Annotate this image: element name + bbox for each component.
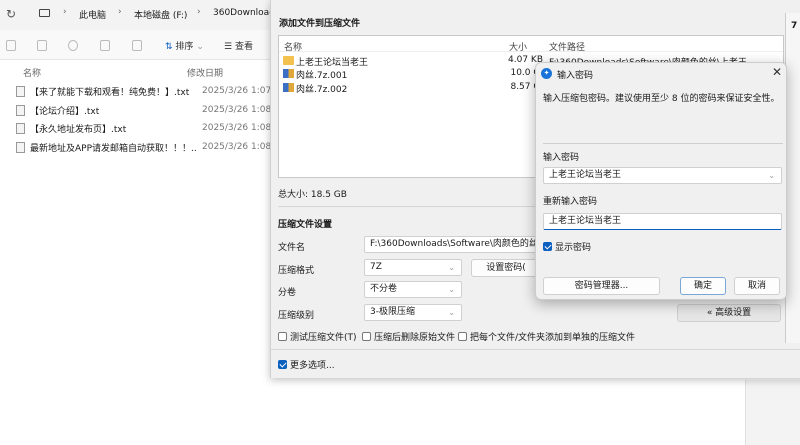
column-name[interactable]: 名称 [284, 40, 302, 53]
level-value: 3-极限压缩 [370, 307, 415, 317]
password-value: 上老王论坛当老王 [549, 170, 622, 180]
total-size: 总大小: 18.5 GB [278, 190, 347, 200]
side-panel-title: 7 [791, 21, 798, 31]
view-label: 查看 [234, 42, 253, 52]
settings-title: 压缩文件设置 [278, 220, 333, 230]
show-password-checkbox[interactable]: 显示密码 [543, 240, 591, 253]
list-item[interactable]: 【永久地址发布页】.txt 2025/3/26 1:08 [16, 119, 276, 137]
filename-label: 文件名 [278, 243, 306, 253]
text-file-icon [16, 104, 25, 116]
app-icon: ✦ [541, 68, 552, 79]
reenter-password-label: 重新输入密码 [543, 197, 598, 207]
format-value: 7Z [370, 262, 382, 272]
chevron-right-icon: › [63, 7, 67, 17]
file-size: 8.57 GI [510, 82, 543, 92]
list-item[interactable]: 最新地址及APP请发邮箱自动获取！！！... 2025/3/26 1:08 [16, 138, 276, 156]
filename-input[interactable]: F:\360Downloads\Software\肉颜色的丝\肉颜色 [364, 236, 544, 253]
file-date: 2025/3/26 1:07 [202, 86, 272, 96]
close-icon[interactable]: ✕ [772, 65, 782, 79]
format-label: 压缩格式 [278, 266, 315, 276]
set-password-button[interactable]: 设置密码( [471, 259, 541, 277]
file-list: 名称 修改日期 【来了就能下载和观看！纯免费！】.txt 2025/3/26 1:… [0, 60, 271, 445]
split-label: 分卷 [278, 288, 297, 298]
sort-label: 排序 [175, 42, 194, 52]
advanced-settings-button[interactable]: « 高级设置 [677, 304, 781, 322]
checkbox-label: 显示密码 [555, 243, 592, 253]
password-manager-button[interactable]: 密码管理器... [543, 277, 660, 295]
folder-icon [283, 56, 294, 65]
file-date: 2025/3/26 1:08 [202, 123, 272, 133]
archive-icon [283, 69, 294, 78]
rename-icon[interactable] [68, 40, 78, 51]
dialog-title: 添加文件到压缩文件 [279, 19, 361, 29]
list-item[interactable]: 【论坛介绍】.txt 2025/3/26 1:08 [16, 101, 276, 119]
level-select[interactable]: 3-极限压缩 ⌄ [364, 304, 462, 321]
file-name: 肉丝.7z.002 [296, 85, 348, 95]
chevron-down-icon: ⌄ [448, 308, 455, 317]
breadcrumb-item[interactable]: 360Download [213, 8, 275, 18]
enter-password-label: 输入密码 [543, 153, 580, 163]
side-panel: 7 [785, 13, 800, 343]
file-size: 10.0 GI [510, 68, 543, 78]
file-name: 上老王论坛当老王 [296, 58, 369, 68]
more-options-checkbox[interactable]: 更多选项... [278, 358, 335, 371]
separate-archives-checkbox[interactable]: 把每个文件/文件夹添加到单独的压缩文件 [458, 330, 635, 343]
chevron-right-icon: › [197, 7, 201, 17]
reenter-password-input[interactable]: 上老王论坛当老王 [543, 213, 782, 230]
dialog-title: 输入密码 [557, 71, 594, 81]
ok-button[interactable]: 确定 [680, 277, 726, 295]
column-path[interactable]: 文件路径 [549, 40, 585, 53]
checkbox-label: 把每个文件/文件夹添加到单独的压缩文件 [470, 333, 636, 343]
chevron-down-icon: ⌄ [448, 285, 455, 294]
breadcrumb-item[interactable]: 此电脑 [79, 8, 106, 21]
password-dialog: ✦ 输入密码 ✕ 输入压缩包密码。建议使用至少 8 位的密码来保证安全性。 输入… [535, 62, 787, 300]
file-name: 【论坛介绍】.txt [30, 106, 100, 117]
file-date: 2025/3/26 1:08 [202, 105, 272, 115]
test-archive-checkbox[interactable]: 测试压缩文件(T) [278, 330, 357, 343]
file-size: 4.07 KB [508, 55, 543, 65]
chevron-down-icon: ⌄ [768, 171, 775, 180]
split-select[interactable]: 不分卷 ⌄ [364, 281, 462, 298]
file-date: 2025/3/26 1:08 [202, 142, 272, 152]
address-bar: ↻ › 此电脑 › 本地磁盘 (F:) › 360Download [0, 0, 275, 30]
format-select[interactable]: 7Z ⌄ [364, 259, 462, 276]
checkbox-label: 更多选项... [290, 361, 335, 371]
column-date[interactable]: 修改日期 [187, 66, 223, 79]
checkbox-label: 测试压缩文件(T) [290, 333, 357, 343]
file-name: 肉丝.7z.001 [296, 71, 348, 81]
sort-button[interactable]: ⇅ 排序 ⌄ [165, 39, 204, 52]
file-name: 最新地址及APP请发邮箱自动获取！！！... [30, 143, 196, 154]
text-file-icon [16, 85, 25, 97]
chevron-down-icon: ⌄ [448, 263, 455, 272]
view-button[interactable]: ☰ 查看 [224, 39, 253, 52]
delete-icon[interactable] [132, 40, 142, 51]
column-name[interactable]: 名称 [23, 66, 41, 79]
refresh-icon[interactable]: ↻ [6, 7, 16, 21]
hint-text: 输入压缩包密码。建议使用至少 8 位的密码来保证安全性。 [543, 94, 780, 104]
paste-icon[interactable] [37, 40, 47, 51]
breadcrumb-item[interactable]: 本地磁盘 (F:) [134, 8, 187, 21]
archive-icon [283, 83, 294, 92]
cancel-button[interactable]: 取消 [734, 277, 780, 295]
file-name: 【来了就能下载和观看！纯免费！】.txt [30, 87, 190, 98]
split-value: 不分卷 [370, 284, 398, 294]
delete-after-checkbox[interactable]: 压缩后删除原始文件 [362, 330, 455, 343]
view-icon: ☰ [224, 42, 233, 52]
share-icon[interactable] [100, 40, 110, 51]
copy-icon[interactable] [6, 40, 16, 51]
list-item[interactable]: 【来了就能下载和观看！纯免费！】.txt 2025/3/26 1:07 [16, 82, 276, 100]
checkbox-label: 压缩后删除原始文件 [374, 333, 456, 343]
background-window [745, 380, 800, 445]
text-file-icon [16, 141, 25, 153]
computer-icon [39, 9, 50, 17]
enter-password-input[interactable]: 上老王论坛当老王 ⌄ [543, 167, 782, 184]
text-file-icon [16, 122, 25, 134]
column-size[interactable]: 大小 [509, 40, 527, 53]
sort-icon: ⇅ [165, 42, 173, 52]
chevron-right-icon: › [118, 7, 122, 17]
divider [270, 349, 800, 350]
level-label: 压缩级别 [278, 311, 315, 321]
file-name: 【永久地址发布页】.txt [30, 124, 127, 135]
divider [543, 143, 783, 144]
